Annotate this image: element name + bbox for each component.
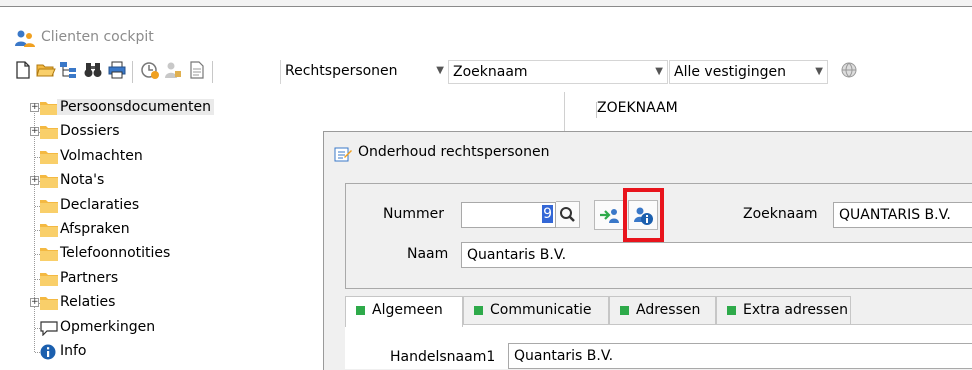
navigate-button[interactable] [594, 200, 624, 230]
window-top-edge [0, 0, 972, 7]
tab-extra-adressen[interactable]: Extra adressen [716, 296, 851, 325]
tree-item-label: Afspraken [60, 221, 130, 237]
tree-item[interactable]: Telefoonnotities [0, 243, 300, 265]
new-document-icon[interactable] [13, 60, 33, 80]
report-document-icon[interactable] [187, 60, 207, 80]
tree-item[interactable]: + Relaties [0, 292, 300, 314]
folder-icon [40, 175, 58, 189]
comment-icon [40, 320, 58, 336]
branch-value: Alle vestigingen [674, 64, 787, 80]
tab-algemeen[interactable]: Algemeen [345, 296, 463, 327]
handelsnaam-value: Quantaris B.V. [514, 348, 614, 364]
dialog-title: Onderhoud rechtspersonen [358, 144, 550, 160]
search-field-combo[interactable]: Zoeknaam ▼ [448, 60, 668, 84]
chevron-down-icon: ▼ [436, 65, 444, 76]
tree-item[interactable]: + Dossiers [0, 121, 300, 143]
tree-item[interactable]: Partners [0, 268, 300, 290]
person-lock-icon[interactable] [163, 60, 183, 80]
tree-item-label: Declaraties [60, 196, 140, 213]
tab-label: Extra adressen [743, 302, 849, 318]
tab-status-marker [727, 306, 736, 315]
search-field-value: Zoeknaam [453, 64, 528, 80]
tab-label: Adressen [636, 302, 701, 318]
toolbar-separator [132, 61, 133, 83]
arrow-person-icon [600, 209, 619, 223]
tree-item[interactable]: Declaraties [0, 195, 300, 217]
nummer-value: 9 [542, 205, 553, 223]
tab-status-marker [620, 306, 629, 315]
highlight-box [623, 188, 664, 242]
tree-item[interactable]: + Persoonsdocumenten [0, 97, 300, 119]
folder-icon [40, 248, 58, 262]
search-nummer-button[interactable] [556, 201, 580, 228]
chevron-down-icon: ▼ [655, 66, 663, 77]
zoeknaam-value: QUANTARIS B.V. [839, 207, 951, 223]
expand-icon[interactable]: + [30, 176, 39, 186]
zoeknaam-label: Zoeknaam [743, 206, 818, 222]
handelsnaam-label: Handelsnaam1 [390, 349, 496, 365]
folder-icon [40, 102, 58, 115]
globe-icon[interactable] [840, 60, 860, 80]
handelsnaam-field[interactable]: Quantaris B.V. [508, 343, 972, 369]
tree-item-label: Persoonsdocumenten [57, 99, 215, 115]
nummer-label: Nummer [383, 206, 444, 222]
tree-item-label: Opmerkingen [60, 318, 156, 335]
expand-icon[interactable]: + [30, 103, 39, 112]
person-type-value: Rechtspersonen [285, 63, 398, 79]
zoeknaam-field[interactable]: QUANTARIS B.V. [833, 202, 972, 228]
tree-item[interactable]: Opmerkingen [0, 317, 300, 339]
tree-item[interactable]: Afspraken [0, 219, 300, 241]
tab-status-marker [356, 306, 365, 315]
tree-item-label: Info [60, 343, 87, 359]
naam-value: Quantaris B.V. [467, 247, 567, 263]
tab-label: Algemeen [372, 302, 443, 318]
nummer-field[interactable]: 9 [461, 202, 556, 228]
edit-form-icon [334, 147, 352, 162]
folder-icon [40, 150, 58, 164]
open-folder-icon[interactable] [36, 60, 56, 80]
tree-item-label: Volmachten [60, 147, 143, 164]
tree-view-icon[interactable] [58, 60, 78, 80]
clients-app-icon [15, 30, 35, 47]
expand-icon[interactable]: + [30, 127, 39, 137]
naam-field[interactable]: Quantaris B.V. [461, 242, 972, 268]
window-title: Clienten cockpit [41, 29, 154, 45]
print-icon[interactable] [107, 60, 127, 80]
person-type-combo[interactable]: Rechtspersonen ▼ [280, 60, 448, 84]
tree-item[interactable]: Volmachten [0, 146, 300, 168]
magnifier-icon [560, 207, 575, 222]
tree-item[interactable]: Info [0, 341, 300, 363]
folder-icon [40, 272, 58, 286]
tree-item-label: Telefoonnotities [60, 245, 171, 262]
tree-item-label: Nota's [60, 172, 105, 189]
chevron-down-icon: ▼ [815, 66, 823, 77]
folder-icon [40, 199, 58, 213]
toolbar-separator [212, 61, 213, 83]
tab-communicatie[interactable]: Communicatie [463, 296, 609, 325]
branch-combo[interactable]: Alle vestigingen ▼ [669, 60, 828, 84]
tab-adressen[interactable]: Adressen [609, 296, 716, 325]
folder-icon [40, 126, 58, 140]
tree-item-label: Partners [60, 269, 119, 286]
folder-icon [40, 297, 58, 311]
naam-label: Naam [407, 246, 449, 262]
column-header-zoeknaam[interactable]: ZOEKNAAM [597, 100, 678, 116]
title-bar: Clienten cockpit [0, 26, 972, 52]
expand-icon[interactable]: + [30, 298, 39, 308]
tree-item-label: Relaties [60, 294, 116, 311]
info-icon [40, 344, 56, 360]
tab-status-marker [474, 306, 483, 315]
tab-label: Communicatie [490, 302, 592, 318]
binoculars-search-icon[interactable] [83, 60, 103, 80]
toolbar: Rechtspersonen ▼ Zoeknaam ▼ Alle vestigi… [0, 56, 972, 92]
tree-item[interactable]: + Nota's [0, 170, 300, 192]
folder-icon [40, 224, 58, 237]
history-icon[interactable] [140, 60, 160, 80]
tree-item-label: Dossiers [60, 123, 120, 140]
